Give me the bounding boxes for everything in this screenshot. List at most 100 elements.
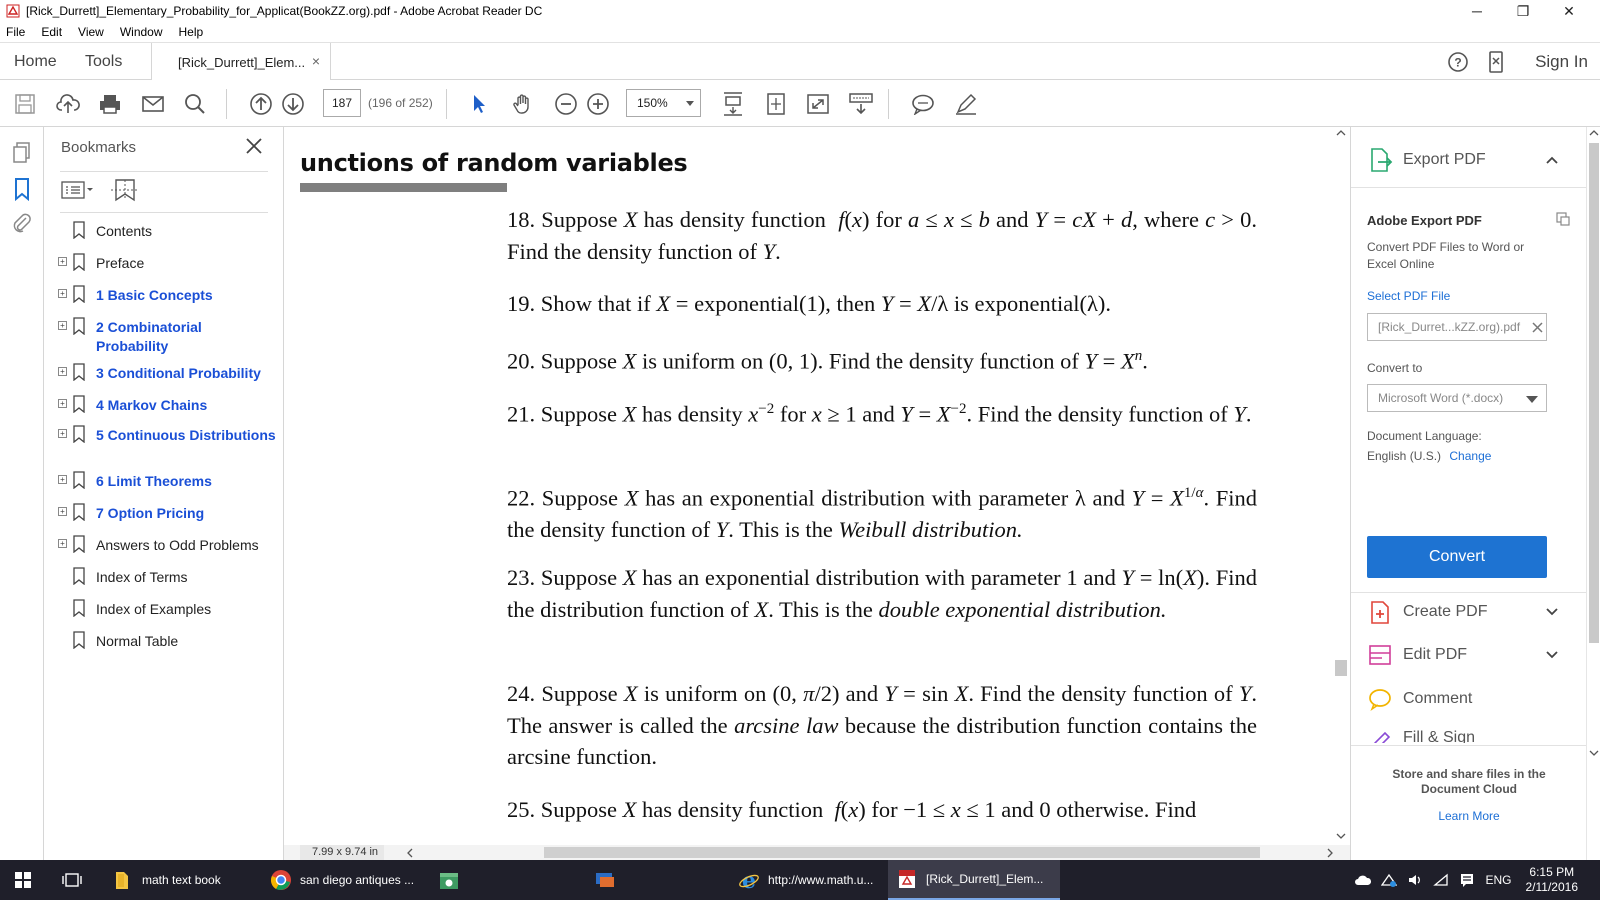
scroll-down-icon[interactable]	[1336, 832, 1346, 840]
onedrive-icon[interactable]	[1355, 873, 1372, 887]
volume-icon[interactable]	[1407, 873, 1423, 887]
tab-document[interactable]: [Rick_Durrett]_Elem... ×	[151, 43, 331, 81]
print-button[interactable]	[97, 91, 123, 117]
input-language[interactable]: ENG	[1485, 873, 1511, 887]
wifi-icon[interactable]	[1433, 873, 1449, 887]
expand-icon[interactable]: +	[58, 399, 67, 408]
taskbar-app-remote[interactable]	[576, 860, 642, 900]
taskbar-folder-math-text-book[interactable]: math text book	[104, 860, 233, 900]
sign-in-link[interactable]: Sign In	[1535, 52, 1588, 72]
bookmark-icon	[73, 285, 85, 303]
task-view-button[interactable]	[62, 860, 82, 900]
highlight-button[interactable]	[953, 91, 979, 117]
expand-icon[interactable]: +	[58, 321, 67, 330]
taskbar-acrobat-window[interactable]: [Rick_Durrett]_Elem...	[888, 860, 1060, 900]
taskbar-chrome-window[interactable]: san diego antiques ...	[262, 860, 424, 900]
comment-button[interactable]	[910, 91, 936, 117]
convert-format-value: Microsoft Word (*.docx)	[1378, 391, 1504, 405]
expand-icon[interactable]: +	[58, 507, 67, 516]
read-mode-button[interactable]	[848, 91, 874, 117]
search-button[interactable]	[182, 91, 208, 117]
minimize-button[interactable]: ─	[1454, 0, 1500, 22]
tools-pane-scrollbar[interactable]	[1586, 127, 1600, 860]
document-viewport[interactable]: unctions of random variables 18. Suppose…	[284, 127, 1350, 860]
scroll-left-icon[interactable]	[406, 848, 414, 858]
clear-file-icon[interactable]	[1532, 322, 1543, 333]
expand-icon[interactable]: +	[58, 475, 67, 484]
hand-tool-button[interactable]	[510, 91, 536, 117]
expand-bookmark-icon[interactable]	[108, 177, 142, 203]
menu-window[interactable]: Window	[120, 25, 163, 39]
zoom-out-button[interactable]	[553, 91, 579, 117]
close-window-button[interactable]: ✕	[1546, 0, 1592, 22]
action-center-icon[interactable]	[1459, 873, 1475, 887]
menu-help[interactable]: Help	[179, 25, 204, 39]
taskbar-app-calendar[interactable]	[420, 860, 486, 900]
restore-button[interactable]: ❐	[1500, 0, 1546, 22]
save-button[interactable]	[12, 91, 38, 117]
zoom-in-button[interactable]	[585, 91, 611, 117]
close-tab-icon[interactable]: ×	[312, 53, 320, 69]
mobile-link-icon[interactable]	[1484, 50, 1508, 74]
convert-format-select[interactable]: Microsoft Word (*.docx)	[1367, 384, 1547, 412]
scroll-up-icon[interactable]	[1336, 129, 1346, 137]
expand-icon[interactable]: +	[58, 367, 67, 376]
edit-pdf-tool[interactable]: Edit PDF	[1367, 642, 1567, 668]
bookmark-label: Index of Terms	[96, 569, 188, 585]
select-pdf-file-label[interactable]: Select PDF File	[1367, 288, 1450, 305]
menu-file[interactable]: File	[6, 25, 25, 39]
document-vertical-scrollbar[interactable]	[1332, 127, 1350, 845]
expand-icon[interactable]: +	[58, 429, 67, 438]
paperclip-icon[interactable]	[10, 211, 34, 235]
clock[interactable]: 6:15 PM 2/11/2016	[1526, 865, 1579, 895]
document-horizontal-scrollbar[interactable]: 7.99 x 9.74 in	[284, 845, 1350, 860]
tab-tools[interactable]: Tools	[85, 43, 122, 80]
export-pdf-tool[interactable]: Export PDF	[1367, 147, 1567, 173]
scroll-up-icon[interactable]	[1589, 129, 1599, 137]
bookmark-panel-icon[interactable]	[10, 177, 34, 201]
change-language-link[interactable]: Change	[1449, 449, 1491, 463]
bookmark-label: 3 Conditional Probability	[96, 365, 261, 381]
selected-file-field[interactable]: [Rick_Durret...kZZ.org).pdf	[1367, 313, 1547, 341]
chevron-down-icon[interactable]	[1545, 605, 1559, 619]
menu-view[interactable]: View	[78, 25, 104, 39]
menu-edit[interactable]: Edit	[41, 25, 62, 39]
expand-icon[interactable]: +	[58, 289, 67, 298]
convert-button[interactable]: Convert	[1367, 536, 1547, 578]
tab-home[interactable]: Home	[14, 43, 57, 80]
create-pdf-tool[interactable]: Create PDF	[1367, 599, 1567, 625]
page-thumbnails-icon[interactable]	[10, 141, 34, 165]
page-number-input[interactable]: 187	[323, 89, 361, 117]
scroll-thumb[interactable]	[1335, 660, 1347, 676]
bookmark-icon	[73, 425, 85, 443]
previous-page-button[interactable]	[248, 91, 274, 117]
learn-more-link[interactable]: Learn More	[1371, 808, 1567, 825]
bookmark-label: 2 Combinatorial Probability	[96, 319, 202, 354]
full-screen-button[interactable]	[805, 91, 831, 117]
network-status-icon[interactable]	[1381, 873, 1398, 887]
help-icon[interactable]: ?	[1446, 50, 1470, 74]
select-tool-button[interactable]	[466, 91, 492, 117]
upload-cloud-button[interactable]	[55, 91, 81, 117]
bookmark-options-icon[interactable]	[60, 177, 94, 203]
bookmark-label: Normal Table	[96, 633, 179, 649]
chevron-down-icon[interactable]	[1545, 648, 1559, 662]
chevron-up-icon[interactable]	[1545, 153, 1559, 167]
start-button[interactable]	[14, 860, 32, 900]
fill-sign-tool[interactable]: Fill & Sign	[1367, 729, 1567, 743]
email-button[interactable]	[140, 91, 166, 117]
scroll-mode-button[interactable]	[720, 91, 746, 117]
close-icon[interactable]	[244, 136, 264, 156]
fit-page-button[interactable]	[763, 91, 789, 117]
comment-tool[interactable]: Comment	[1367, 686, 1567, 712]
expand-icon[interactable]: +	[58, 257, 67, 266]
scroll-right-icon[interactable]	[1326, 848, 1334, 858]
taskbar-ie-window[interactable]: e http://www.math.u...	[730, 860, 885, 900]
copy-icon[interactable]	[1555, 211, 1571, 227]
expand-icon[interactable]: +	[58, 539, 67, 548]
scroll-thumb[interactable]	[1589, 143, 1599, 643]
horizontal-scroll-thumb[interactable]	[544, 847, 1260, 858]
zoom-level-select[interactable]: 150%	[626, 89, 701, 117]
next-page-button[interactable]	[280, 91, 306, 117]
scroll-down-icon[interactable]	[1589, 749, 1599, 757]
